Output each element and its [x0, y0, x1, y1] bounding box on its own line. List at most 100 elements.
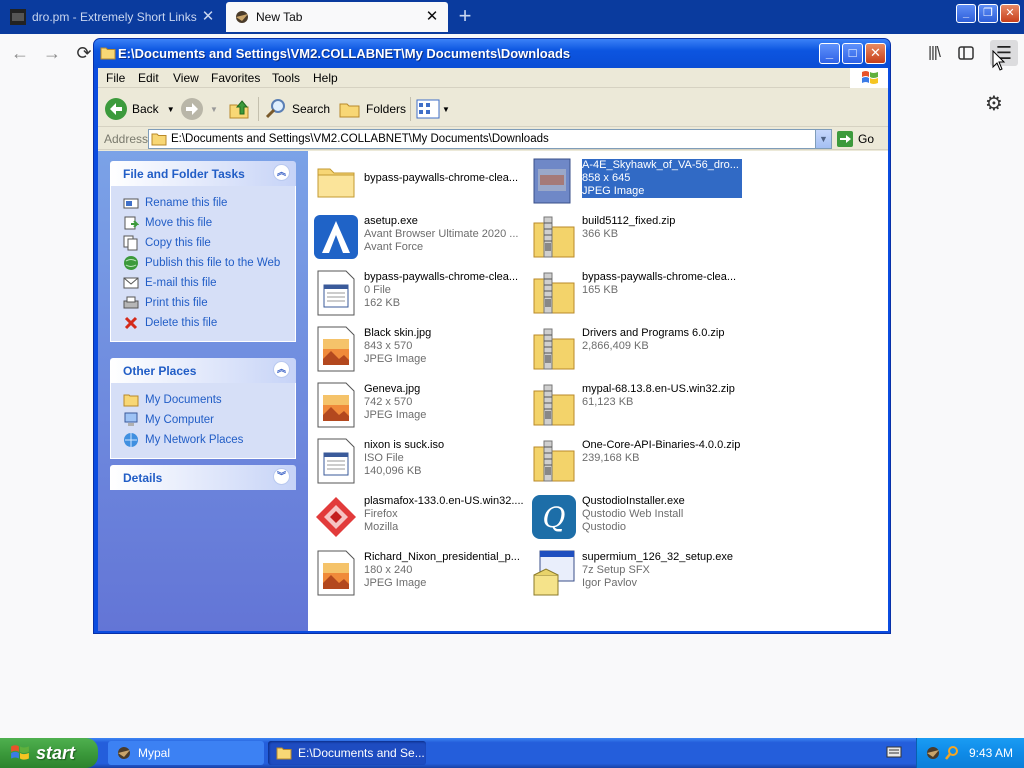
keyboard-icon[interactable]	[886, 746, 902, 758]
forward-arrow-icon	[181, 98, 203, 120]
file-item[interactable]: Richard_Nixon_presidential_p... 180 x 240…	[312, 547, 524, 599]
sidebar-icon[interactable]	[952, 40, 980, 66]
taskbar-item-mypal[interactable]: Mypal	[108, 741, 264, 765]
file-item[interactable]: supermium_126_32_setup.exe 7z Setup SFX Ig…	[530, 547, 742, 599]
file-name: Drivers and Programs 6.0.zip	[582, 327, 725, 339]
views-icon	[416, 99, 440, 119]
search-button[interactable]: Search	[264, 96, 330, 122]
file-detail: Avant Force	[364, 241, 424, 253]
menu-tools[interactable]: Tools	[272, 71, 300, 85]
task-delete[interactable]: Delete this file	[123, 313, 295, 333]
expand-chevron-icon[interactable]: ︾	[273, 468, 290, 485]
zip-icon	[530, 213, 578, 261]
library-icon[interactable]: |||\	[920, 40, 948, 66]
back-button[interactable]: Back ▼	[104, 96, 175, 122]
file-item-text: mypal-68.13.8.en-US.win32.zip 61,123 KB	[582, 383, 742, 409]
explorer-titlebar[interactable]: E:\Documents and Settings\VM2.COLLABNET\…	[94, 39, 890, 68]
file-item[interactable]: Black skin.jpg 843 x 570 JPEG Image	[312, 323, 524, 375]
chevron-down-icon[interactable]: ▼	[442, 105, 450, 114]
taskbar-item-explorer[interactable]: E:\Documents and Se...	[268, 741, 426, 765]
file-item[interactable]: mypal-68.13.8.en-US.win32.zip 61,123 KB	[530, 379, 742, 431]
file-item[interactable]: asetup.exe Avant Browser Ultimate 2020 ..…	[312, 211, 524, 263]
tab-dro-pm[interactable]: dro.pm - Extremely Short Links ✕	[2, 2, 224, 32]
browser-close-button[interactable]: ✕	[1000, 4, 1020, 23]
gear-icon[interactable]: ⚙	[982, 92, 1006, 116]
folder-icon	[151, 133, 167, 146]
file-item[interactable]: A-4E_Skyhawk_of_VA-56_dro... 858 x 645 JPE…	[530, 155, 742, 207]
file-item-text: supermium_126_32_setup.exe 7z Setup SFX Ig…	[582, 551, 742, 590]
place-my-computer[interactable]: My Computer	[123, 410, 295, 430]
task-pane: File and Folder Tasks ︽ Rename this file…	[98, 151, 308, 631]
task-rename[interactable]: Rename this file	[123, 193, 295, 213]
menu-view[interactable]: View	[173, 71, 199, 85]
file-detail: 165 KB	[582, 284, 619, 296]
tab-close-icon[interactable]: ✕	[424, 9, 440, 25]
system-tray: 9:43 AM	[916, 738, 1024, 768]
forward-arrow-icon[interactable]: →	[38, 40, 66, 66]
browser-minimize-button[interactable]: _	[956, 4, 976, 23]
browser-maximize-button[interactable]: ❐	[978, 4, 998, 23]
mypal-icon	[118, 747, 130, 759]
menu-edit[interactable]: Edit	[138, 71, 159, 85]
file-item[interactable]: Q QustodioInstaller.exe Qustodio Web Insta…	[530, 491, 742, 543]
tab-new-tab[interactable]: New Tab ✕	[226, 2, 448, 32]
panel-header[interactable]: File and Folder Tasks ︽	[110, 161, 296, 186]
address-dropdown-icon[interactable]: ▼	[815, 130, 831, 148]
new-tab-button[interactable]: +	[452, 4, 478, 30]
tab-title: dro.pm - Extremely Short Links	[32, 10, 197, 24]
tab-close-icon[interactable]: ✕	[200, 9, 216, 25]
collapse-chevron-icon[interactable]: ︽	[273, 164, 290, 181]
file-item[interactable]: bypass-paywalls-chrome-clea...	[312, 155, 524, 207]
task-move[interactable]: Move this file	[123, 213, 295, 233]
explorer-close-button[interactable]: ✕	[865, 43, 886, 64]
views-button[interactable]: ▼	[416, 96, 450, 122]
file-name: asetup.exe	[364, 215, 418, 227]
up-folder-button[interactable]	[228, 96, 252, 122]
go-button[interactable]: Go	[836, 129, 874, 149]
collapse-chevron-icon[interactable]: ︽	[273, 361, 290, 378]
image-icon	[312, 381, 360, 429]
browser-tab-strip: dro.pm - Extremely Short Links ✕ New Tab…	[0, 0, 1024, 34]
explorer-maximize-button[interactable]: □	[842, 43, 863, 64]
tab-title: New Tab	[256, 10, 303, 24]
file-detail: 7z Setup SFX	[582, 564, 650, 576]
place-my-network[interactable]: My Network Places	[123, 430, 295, 450]
task-publish[interactable]: Publish this file to the Web	[123, 253, 295, 273]
task-copy[interactable]: Copy this file	[123, 233, 295, 253]
file-item[interactable]: build5112_fixed.zip 366 KB	[530, 211, 742, 263]
file-item[interactable]: bypass-paywalls-chrome-clea... 165 KB	[530, 267, 742, 319]
file-detail: 140,096 KB	[364, 465, 422, 477]
folders-button[interactable]: Folders	[338, 96, 406, 122]
tray-search-icon[interactable]	[944, 745, 960, 761]
chevron-down-icon[interactable]: ▼	[167, 105, 175, 114]
file-name: plasmafox-133.0.en-US.win32....	[364, 495, 524, 507]
file-item-text: nixon is suck.iso ISO File 140,096 KB	[364, 439, 524, 478]
zip-icon	[530, 325, 578, 373]
file-item[interactable]: One-Core-API-Binaries-4.0.0.zip 239,168 K…	[530, 435, 742, 487]
panel-header[interactable]: Details ︾	[110, 465, 296, 490]
file-item[interactable]: nixon is suck.iso ISO File 140,096 KB	[312, 435, 524, 487]
task-email[interactable]: E-mail this file	[123, 273, 295, 293]
menu-file[interactable]: File	[106, 71, 125, 85]
email-icon	[123, 277, 139, 289]
address-input[interactable]: E:\Documents and Settings\VM2.COLLABNET\…	[148, 129, 832, 149]
file-name: nixon is suck.iso	[364, 439, 445, 451]
file-detail: 180 x 240	[364, 564, 413, 576]
chevron-down-icon[interactable]: ▼	[210, 105, 218, 114]
file-item[interactable]: Geneva.jpg 742 x 570 JPEG Image	[312, 379, 524, 431]
menu-help[interactable]: Help	[313, 71, 338, 85]
file-item[interactable]: plasmafox-133.0.en-US.win32.... Firefox Mo…	[312, 491, 524, 543]
file-item[interactable]: Drivers and Programs 6.0.zip 2,866,409 KB	[530, 323, 742, 375]
file-name: supermium_126_32_setup.exe	[582, 551, 734, 563]
back-arrow-icon[interactable]: ←	[6, 40, 34, 66]
explorer-minimize-button[interactable]: _	[819, 43, 840, 64]
panel-header[interactable]: Other Places ︽	[110, 358, 296, 383]
task-print[interactable]: Print this file	[123, 293, 295, 313]
file-item[interactable]: bypass-paywalls-chrome-clea... 0 File 162 …	[312, 267, 524, 319]
start-button[interactable]: start	[0, 738, 98, 768]
menu-favorites[interactable]: Favorites	[211, 71, 260, 85]
tray-app-icon[interactable]	[925, 745, 941, 761]
file-item-text: Geneva.jpg 742 x 570 JPEG Image	[364, 383, 524, 422]
place-my-documents[interactable]: My Documents	[123, 390, 295, 410]
forward-button[interactable]: ▼	[180, 96, 218, 122]
